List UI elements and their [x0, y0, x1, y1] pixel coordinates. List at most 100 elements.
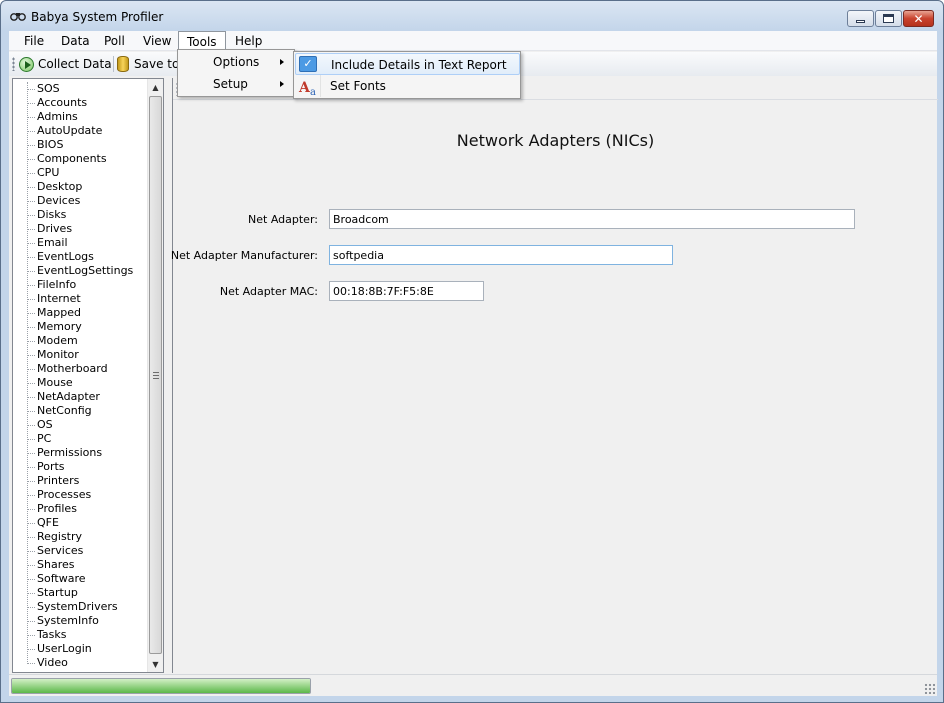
close-button[interactable]: ✕ — [903, 10, 934, 27]
tree-item[interactable]: Printers — [13, 474, 149, 488]
tree-item[interactable]: Motherboard — [13, 362, 149, 376]
net-adapter-mac-field[interactable] — [329, 281, 484, 301]
database-icon — [117, 56, 129, 72]
minimize-button[interactable] — [847, 10, 874, 27]
menu-item-options[interactable]: Options — [178, 51, 294, 73]
binoculars-icon — [10, 13, 26, 21]
menu-file[interactable]: File — [17, 31, 51, 51]
tree-item[interactable]: Drives — [13, 222, 149, 236]
tree-item[interactable]: Ports — [13, 460, 149, 474]
tree-item[interactable]: Registry — [13, 530, 149, 544]
tree-item[interactable]: Internet — [13, 292, 149, 306]
setup-label: Setup — [213, 77, 248, 91]
toolbar-separator — [113, 56, 114, 72]
tree-item[interactable]: Services — [13, 544, 149, 558]
progress-bar — [11, 678, 311, 694]
maximize-button[interactable] — [875, 10, 902, 27]
tree-item[interactable]: SystemDrivers — [13, 600, 149, 614]
tree-item[interactable]: UserLogin — [13, 642, 149, 656]
toolbar-grip[interactable] — [12, 57, 15, 71]
page-title: Network Adapters (NICs) — [456, 131, 655, 150]
menu-help[interactable]: Help — [228, 31, 269, 51]
menu-view[interactable]: View — [136, 31, 178, 51]
category-tree: SOS Accounts Admins AutoUpdate BIOS Component… — [12, 78, 164, 673]
scroll-grip-icon — [153, 372, 159, 380]
net-adapter-mac-label: Net Adapter MAC: — [219, 285, 318, 298]
tree-item[interactable]: Tasks — [13, 628, 149, 642]
tree-item[interactable]: Accounts — [13, 96, 149, 110]
check-icon: ✓ — [299, 56, 317, 72]
resize-grip-icon[interactable] — [924, 683, 935, 694]
tree-item[interactable]: Monitor — [13, 348, 149, 362]
tree-list: SOS Accounts Admins AutoUpdate BIOS Component… — [13, 82, 149, 670]
tree-item[interactable]: Memory — [13, 320, 149, 334]
tree-item[interactable]: Video — [13, 656, 149, 670]
tree-item[interactable]: EventLogs — [13, 250, 149, 264]
menu-item-include-details[interactable]: ✓ Include Details in Text Report — [295, 53, 520, 75]
include-details-label: Include Details in Text Report — [331, 58, 507, 72]
tree-item[interactable]: Devices — [13, 194, 149, 208]
scrollbar-thumb[interactable] — [149, 96, 162, 654]
client-area: File Data Poll View Tools Help Collect D… — [9, 31, 938, 696]
menu-item-setup[interactable]: Setup — [178, 73, 294, 95]
tree-item[interactable]: Startup — [13, 586, 149, 600]
menu-poll[interactable]: Poll — [97, 31, 132, 51]
tree-item[interactable]: Disks — [13, 208, 149, 222]
tree-item[interactable]: Processes — [13, 488, 149, 502]
menu-data[interactable]: Data — [54, 31, 97, 51]
tree-item[interactable]: Profiles — [13, 502, 149, 516]
menu-bar: File Data Poll View Tools Help — [9, 31, 937, 51]
net-adapter-manufacturer-label: Net Adapter Manufacturer: — [170, 249, 318, 262]
submenu-arrow-icon — [280, 59, 284, 65]
maximize-icon — [883, 14, 894, 23]
collect-data-button[interactable]: Collect Data — [19, 54, 112, 74]
tools-dropdown-menu: Options Setup — [177, 49, 295, 97]
options-submenu: ✓ Include Details in Text Report Aa Set … — [293, 51, 521, 99]
tree-item[interactable]: NetAdapter — [13, 390, 149, 404]
tree-scrollbar[interactable]: ▲ ▼ — [147, 79, 163, 672]
play-icon — [19, 56, 34, 72]
net-adapter-label: Net Adapter: — [248, 213, 318, 226]
tree-item[interactable]: BIOS — [13, 138, 149, 152]
save-to-label: Save to — [134, 57, 180, 71]
menu-item-set-fonts[interactable]: Aa Set Fonts — [295, 75, 520, 98]
save-to-button[interactable]: Save to — [117, 54, 179, 74]
options-label: Options — [213, 55, 260, 69]
tree-item[interactable]: NetConfig — [13, 404, 149, 418]
scroll-down-icon[interactable]: ▼ — [148, 656, 163, 672]
tree-item[interactable]: Shares — [13, 558, 149, 572]
set-fonts-label: Set Fonts — [330, 79, 386, 93]
tree-item[interactable]: Mapped — [13, 306, 149, 320]
submenu-arrow-icon — [280, 81, 284, 87]
tree-item[interactable]: Mouse — [13, 376, 149, 390]
tree-item[interactable]: SystemInfo — [13, 614, 149, 628]
tree-item[interactable]: CPU — [13, 166, 149, 180]
tree-item[interactable]: Components — [13, 152, 149, 166]
net-adapter-manufacturer-field[interactable] — [329, 245, 673, 265]
tree-item[interactable]: PC — [13, 432, 149, 446]
tree-item[interactable]: SOS — [13, 82, 149, 96]
status-bar — [9, 674, 937, 696]
tree-item[interactable]: AutoUpdate — [13, 124, 149, 138]
collect-data-label: Collect Data — [38, 57, 112, 71]
tree-item[interactable]: Modem — [13, 334, 149, 348]
progress-fill — [12, 679, 310, 693]
title-bar[interactable]: Babya System Profiler ✕ — [1, 1, 943, 31]
tree-item[interactable]: Software — [13, 572, 149, 586]
close-icon: ✕ — [913, 11, 924, 26]
menu-tools[interactable]: Tools — [178, 31, 226, 51]
tree-item[interactable]: Admins — [13, 110, 149, 124]
tree-item[interactable]: QFE — [13, 516, 149, 530]
tree-item[interactable]: Email — [13, 236, 149, 250]
details-panel: Network Adapters (NICs) Net Adapter: Net… — [171, 78, 938, 673]
app-window: Babya System Profiler ✕ File Data Poll V… — [0, 0, 944, 703]
tree-item[interactable]: FileInfo — [13, 278, 149, 292]
tree-item[interactable]: Permissions — [13, 446, 149, 460]
net-adapter-field[interactable] — [329, 209, 855, 229]
window-title: Babya System Profiler — [31, 10, 164, 24]
tree-item[interactable]: EventLogSettings — [13, 264, 149, 278]
tree-item[interactable]: OS — [13, 418, 149, 432]
tree-item[interactable]: Desktop — [13, 180, 149, 194]
font-icon: Aa — [299, 80, 316, 98]
scroll-up-icon[interactable]: ▲ — [148, 79, 163, 95]
